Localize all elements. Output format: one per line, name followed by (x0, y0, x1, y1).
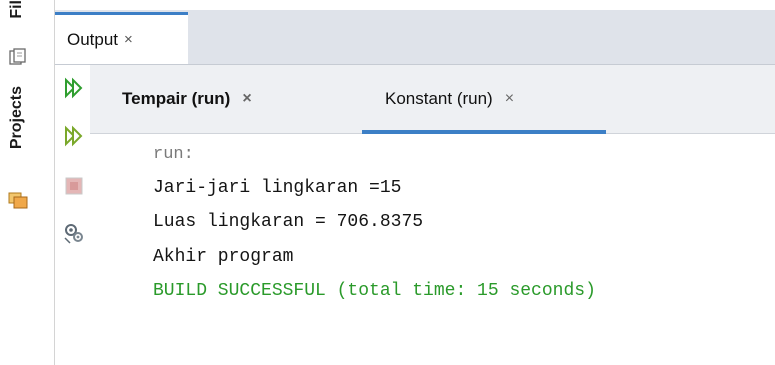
rerun-alt-icon (65, 125, 83, 147)
files-icon (9, 48, 26, 65)
rerun-icon (65, 77, 83, 99)
stop-button[interactable] (63, 175, 85, 197)
console-line: Luas lingkaran = 706.8375 (153, 212, 424, 232)
console-build-status: BUILD SUCCESSFUL (total time: 15 seconds… (153, 281, 596, 301)
output-tab-close-icon[interactable]: × (124, 31, 133, 48)
files-vertical-tab[interactable]: Fil (0, 0, 34, 45)
console-run-line: run: (153, 145, 194, 164)
settings-button[interactable] (63, 222, 85, 244)
console-line: Jari-jari lingkaran =15 (153, 178, 402, 198)
tab-close-icon[interactable]: × (505, 90, 514, 108)
tab-close-icon[interactable]: × (242, 90, 251, 108)
settings-icon (64, 224, 83, 244)
output-tab-label: Output (67, 29, 119, 49)
stop-icon (65, 177, 83, 195)
projects-vertical-tab[interactable]: Projects (0, 86, 34, 149)
side-panel-strip: Fil Projects (0, 0, 55, 365)
output-toolbar (55, 65, 90, 365)
files-tab-label: Fil (8, 0, 25, 19)
console-output[interactable]: run: Jari-jari lingkaran =15 Luas lingka… (90, 134, 775, 365)
tab-tempair-run[interactable]: Tempair (run) × (122, 65, 252, 133)
projects-folder-icon (8, 192, 28, 209)
projects-tab-label: Projects (8, 86, 25, 150)
tab-label: Konstant (run) (385, 89, 493, 108)
output-tabs-bar: Tempair (run) × Konstant (run) × (90, 65, 775, 134)
console-line: Akhir program (153, 247, 294, 267)
rerun-with-params-button[interactable] (63, 125, 85, 147)
output-window-tab[interactable]: Output × (55, 12, 188, 64)
tab-konstant-run[interactable]: Konstant (run) × (362, 65, 606, 134)
tab-label: Tempair (run) (122, 89, 231, 108)
output-window-header: Output × (55, 0, 775, 65)
rerun-button[interactable] (63, 77, 85, 99)
